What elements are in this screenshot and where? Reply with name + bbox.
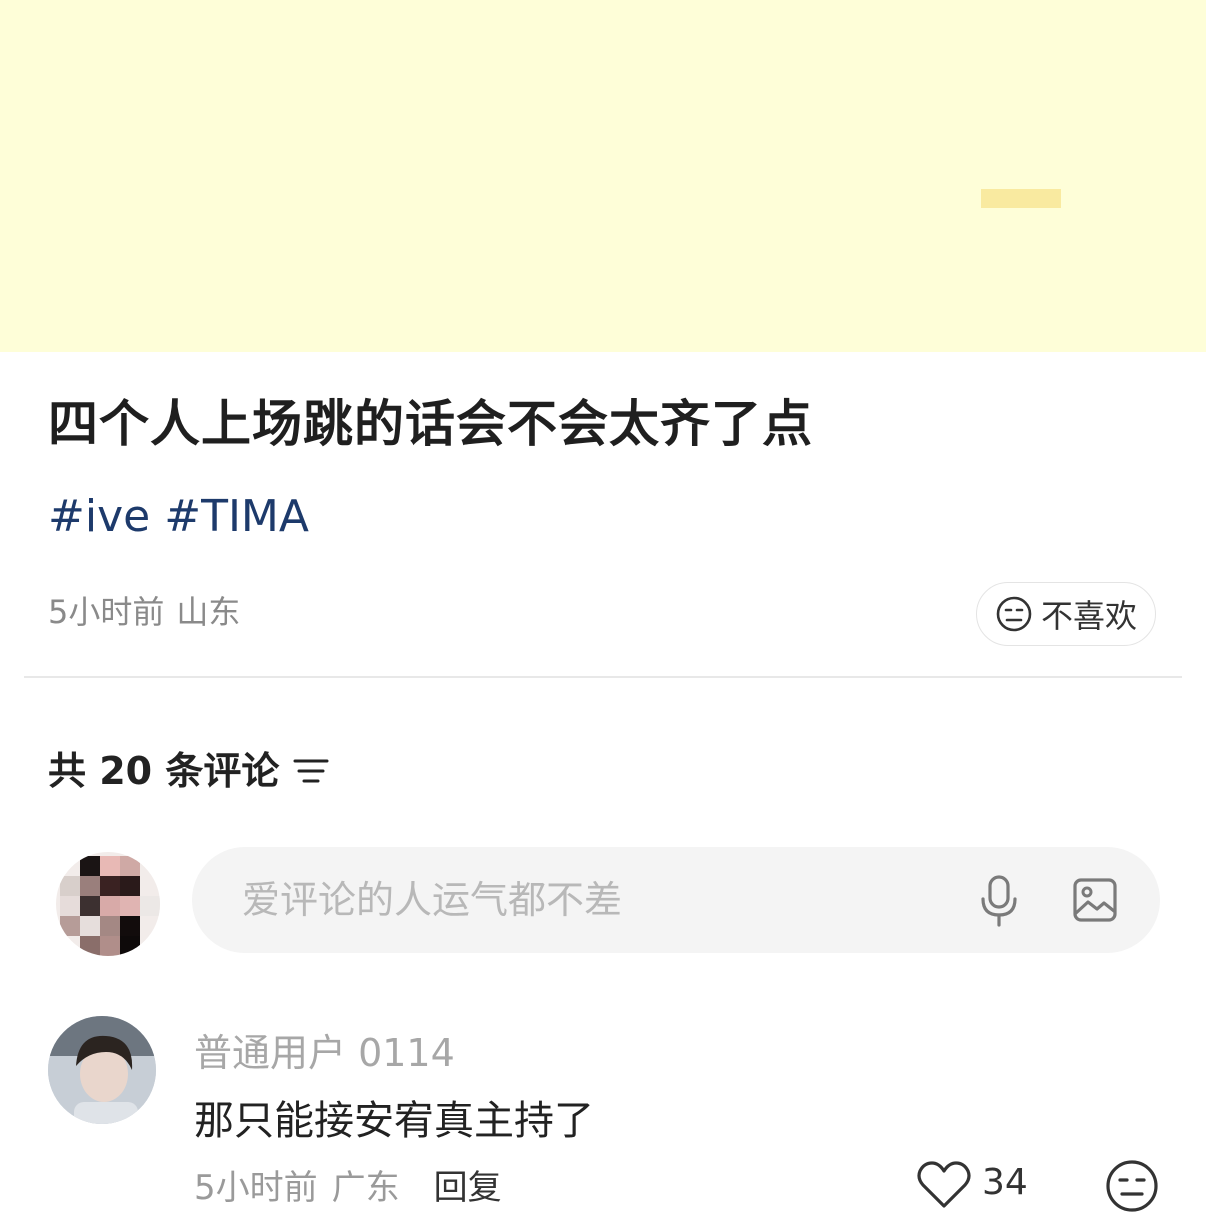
microphone-icon[interactable]	[978, 875, 1020, 927]
post-image[interactable]	[0, 0, 1206, 352]
comment-input-box[interactable]	[192, 847, 1160, 953]
post-title: 四个人上场跳的话会不会太齐了点	[48, 395, 813, 453]
reaction-face-icon[interactable]	[1104, 1158, 1160, 1214]
reply-button[interactable]: 回复	[434, 1160, 502, 1209]
dislike-button[interactable]: 不喜欢	[976, 582, 1156, 646]
comment-count-label: 共 20 条评论	[48, 749, 280, 793]
dislike-face-icon	[996, 596, 1032, 632]
post-tags: #ive #TIMA	[48, 488, 323, 546]
avatar-photo	[48, 1016, 156, 1124]
comment-time: 5小时前	[194, 1168, 318, 1208]
post-detail-page: 四个人上场跳的话会不会太齐了点 #ive #TIMA 5小时前 山东 不喜欢 共 2…	[0, 0, 1206, 1230]
comment-count-sort[interactable]: 共 20 条评论	[48, 740, 329, 795]
image-highlight-mark	[981, 189, 1061, 208]
heart-icon[interactable]	[916, 1160, 972, 1210]
comment-meta: 5小时前 广东 回复	[194, 1160, 502, 1209]
post-meta: 5小时前 山东	[48, 590, 252, 634]
post-time: 5小时前	[48, 593, 165, 631]
image-icon[interactable]	[1072, 877, 1118, 923]
dislike-label: 不喜欢	[1040, 597, 1137, 635]
sort-icon	[293, 759, 329, 782]
commenter-username[interactable]: 普通用户 0114	[194, 1022, 455, 1077]
tag-link[interactable]: #ive	[48, 491, 150, 542]
comment-location: 广东	[331, 1168, 400, 1208]
like-count: 34	[982, 1162, 1028, 1203]
divider	[24, 676, 1182, 678]
comment-text: 那只能接安宥真主持了	[194, 1098, 594, 1144]
tag-link[interactable]: #TIMA	[164, 491, 309, 542]
comment-input[interactable]	[240, 877, 944, 923]
my-avatar[interactable]	[56, 852, 160, 956]
post-location: 山东	[176, 593, 241, 631]
commenter-avatar[interactable]	[48, 1016, 156, 1124]
